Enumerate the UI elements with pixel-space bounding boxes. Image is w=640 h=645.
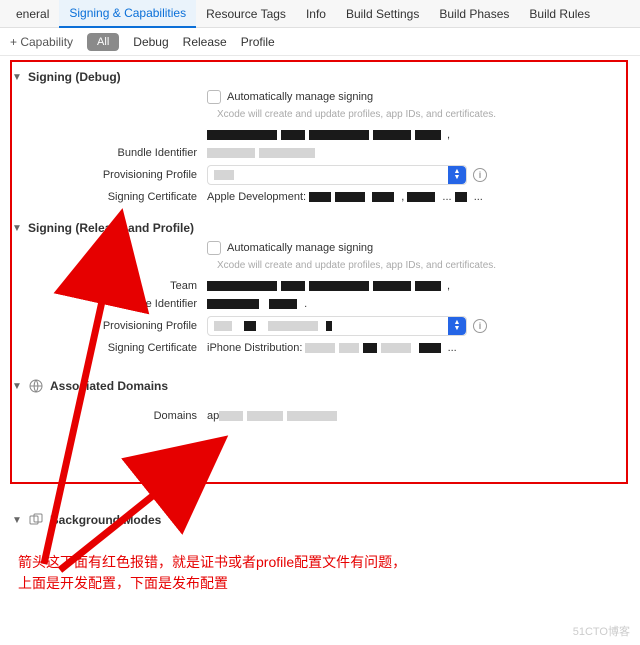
section-title: Background Modes <box>50 513 161 527</box>
auto-signing-checkbox-release[interactable] <box>207 241 221 255</box>
annotation-text: 箭头这下面有红色报错，就是证书或者profile配置文件有问题， 上面是开发配置… <box>18 552 406 594</box>
provisioning-label: Provisioning Profile <box>12 320 207 332</box>
chevron-down-icon: ▼ <box>12 72 22 83</box>
background-modes-icon <box>28 512 44 528</box>
provisioning-select-release[interactable]: ▲▼ <box>207 316 467 336</box>
select-stepper-icon: ▲▼ <box>448 317 466 335</box>
signing-cert-value-debug: Apple Development: , ... ... <box>207 191 628 203</box>
filter-debug[interactable]: Debug <box>133 35 168 49</box>
tab-signing-capabilities[interactable]: Signing & Capabilities <box>59 0 196 28</box>
chevron-down-icon: ▼ <box>12 381 22 392</box>
auto-signing-label: Automatically manage signing <box>227 242 373 254</box>
section-title: Signing (Release and Profile) <box>28 221 194 235</box>
bundle-id-value-release: . <box>207 298 628 310</box>
signing-cert-value-release: iPhone Distribution: ... <box>207 342 628 354</box>
signing-cert-label: Signing Certificate <box>12 342 207 354</box>
tab-build-rules[interactable]: Build Rules <box>519 1 600 27</box>
domains-label: Domains <box>12 410 207 422</box>
filter-all[interactable]: All <box>87 33 119 51</box>
section-title: Signing (Debug) <box>28 70 121 84</box>
section-title: Associated Domains <box>50 379 168 393</box>
info-icon[interactable]: i <box>473 168 487 182</box>
provisioning-select-debug[interactable]: ▲▼ <box>207 165 467 185</box>
auto-signing-label: Automatically manage signing <box>227 91 373 103</box>
bundle-id-label: Bundle Identifier <box>12 147 207 159</box>
add-capability-button[interactable]: + Capability <box>10 35 73 49</box>
chevron-down-icon: ▼ <box>12 223 22 234</box>
filter-release[interactable]: Release <box>183 35 227 49</box>
auto-signing-hint: Xcode will create and update profiles, a… <box>217 259 517 272</box>
auto-signing-checkbox-debug[interactable] <box>207 90 221 104</box>
chevron-down-icon: ▼ <box>12 515 22 526</box>
section-header-signing-debug[interactable]: ▼ Signing (Debug) <box>12 64 628 90</box>
globe-icon <box>28 378 44 394</box>
capability-subbar: + Capability All Debug Release Profile <box>0 28 640 56</box>
signing-cert-label: Signing Certificate <box>12 191 207 203</box>
section-header-assoc-domains[interactable]: ▼ Associated Domains <box>12 372 628 400</box>
team-value-debug: , <box>207 129 628 141</box>
tab-build-phases[interactable]: Build Phases <box>429 1 519 27</box>
tab-resource-tags[interactable]: Resource Tags <box>196 1 296 27</box>
section-header-background-modes[interactable]: ▼ Background Modes <box>12 506 628 534</box>
select-stepper-icon: ▲▼ <box>448 166 466 184</box>
team-label: Team <box>12 280 207 292</box>
info-icon[interactable]: i <box>473 319 487 333</box>
section-associated-domains: ▼ Associated Domains Domains ap <box>12 366 628 434</box>
bundle-id-value-debug <box>207 148 628 158</box>
team-value-release: , <box>207 280 628 292</box>
provisioning-label: Provisioning Profile <box>12 169 207 181</box>
watermark: 51CTO博客 <box>573 623 630 639</box>
bundle-id-label: Bundle Identifier <box>12 298 207 310</box>
section-signing-release: ▼ Signing (Release and Profile) Automati… <box>12 215 628 354</box>
tab-info[interactable]: Info <box>296 1 336 27</box>
auto-signing-hint: Xcode will create and update profiles, a… <box>217 108 517 121</box>
editor-top-tabs: eneral Signing & Capabilities Resource T… <box>0 0 640 28</box>
section-background-modes: ▼ Background Modes <box>12 500 628 540</box>
domains-value: ap <box>207 410 628 422</box>
filter-profile[interactable]: Profile <box>241 35 275 49</box>
section-signing-debug: ▼ Signing (Debug) Automatically manage s… <box>12 64 628 203</box>
tab-general[interactable]: eneral <box>6 1 59 27</box>
tab-build-settings[interactable]: Build Settings <box>336 1 429 27</box>
section-header-signing-release[interactable]: ▼ Signing (Release and Profile) <box>12 215 628 241</box>
